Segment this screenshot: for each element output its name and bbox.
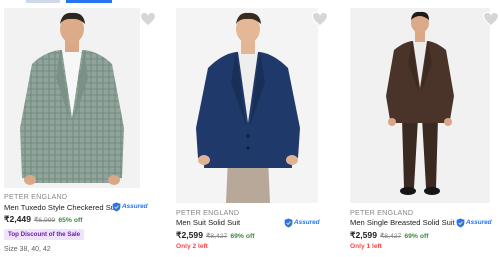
- product-image[interactable]: [350, 8, 490, 203]
- assured-badge: Assured: [112, 201, 148, 212]
- product-card[interactable]: PETER ENGLAND Men Tuxedo Style Checkered…: [0, 0, 160, 257]
- product-brand: PETER ENGLAND: [4, 192, 68, 201]
- assured-label: Assured: [466, 219, 492, 226]
- price-row: ₹2,449 ₹6,999 65% off: [4, 214, 83, 225]
- assured-label: Assured: [122, 203, 148, 210]
- product-card[interactable]: PETER ENGLAND Men Single Breasted Solid …: [344, 0, 500, 257]
- product-title[interactable]: Men Suit Solid Suit: [176, 218, 240, 227]
- assured-badge: Assured: [456, 217, 492, 228]
- wishlist-heart-icon[interactable]: [139, 10, 157, 28]
- product-card[interactable]: PETER ENGLAND Men Suit Solid Suit Assure…: [170, 0, 330, 257]
- assured-shield-icon: [284, 218, 293, 227]
- price-row: ₹2,599 ₹8,427 69% off: [176, 230, 255, 241]
- product-mrp: ₹8,427: [379, 233, 402, 240]
- product-mrp: ₹6,999: [33, 217, 56, 224]
- product-mrp: ₹8,427: [205, 233, 228, 240]
- assured-badge: Assured: [284, 217, 320, 228]
- size-options: Size 38, 40, 42: [4, 246, 51, 253]
- product-title[interactable]: Men Single Breasted Solid Suit: [350, 218, 455, 227]
- discount-label: 65% off: [58, 217, 83, 224]
- deal-tag: Top Discount of the Sale: [4, 229, 85, 240]
- assured-shield-icon: [112, 202, 121, 211]
- product-title[interactable]: Men Tuxedo Style Checkered Suit: [4, 203, 119, 212]
- product-price: ₹2,449: [4, 214, 31, 224]
- assured-label: Assured: [294, 219, 320, 226]
- discount-label: 69% off: [230, 233, 255, 240]
- stock-status: Only 2 left: [176, 243, 208, 250]
- wishlist-heart-icon[interactable]: [482, 10, 500, 28]
- product-price: ₹2,599: [350, 230, 377, 240]
- product-brand: PETER ENGLAND: [176, 208, 240, 217]
- discount-label: 69% off: [404, 233, 429, 240]
- assured-shield-icon: [456, 218, 465, 227]
- stock-status: Only 1 left: [350, 243, 382, 250]
- product-brand: PETER ENGLAND: [350, 208, 414, 217]
- product-image[interactable]: [4, 8, 140, 188]
- product-image[interactable]: [176, 8, 318, 203]
- price-row: ₹2,599 ₹8,427 69% off: [350, 230, 429, 241]
- wishlist-heart-icon[interactable]: [311, 10, 329, 28]
- product-price: ₹2,599: [176, 230, 203, 240]
